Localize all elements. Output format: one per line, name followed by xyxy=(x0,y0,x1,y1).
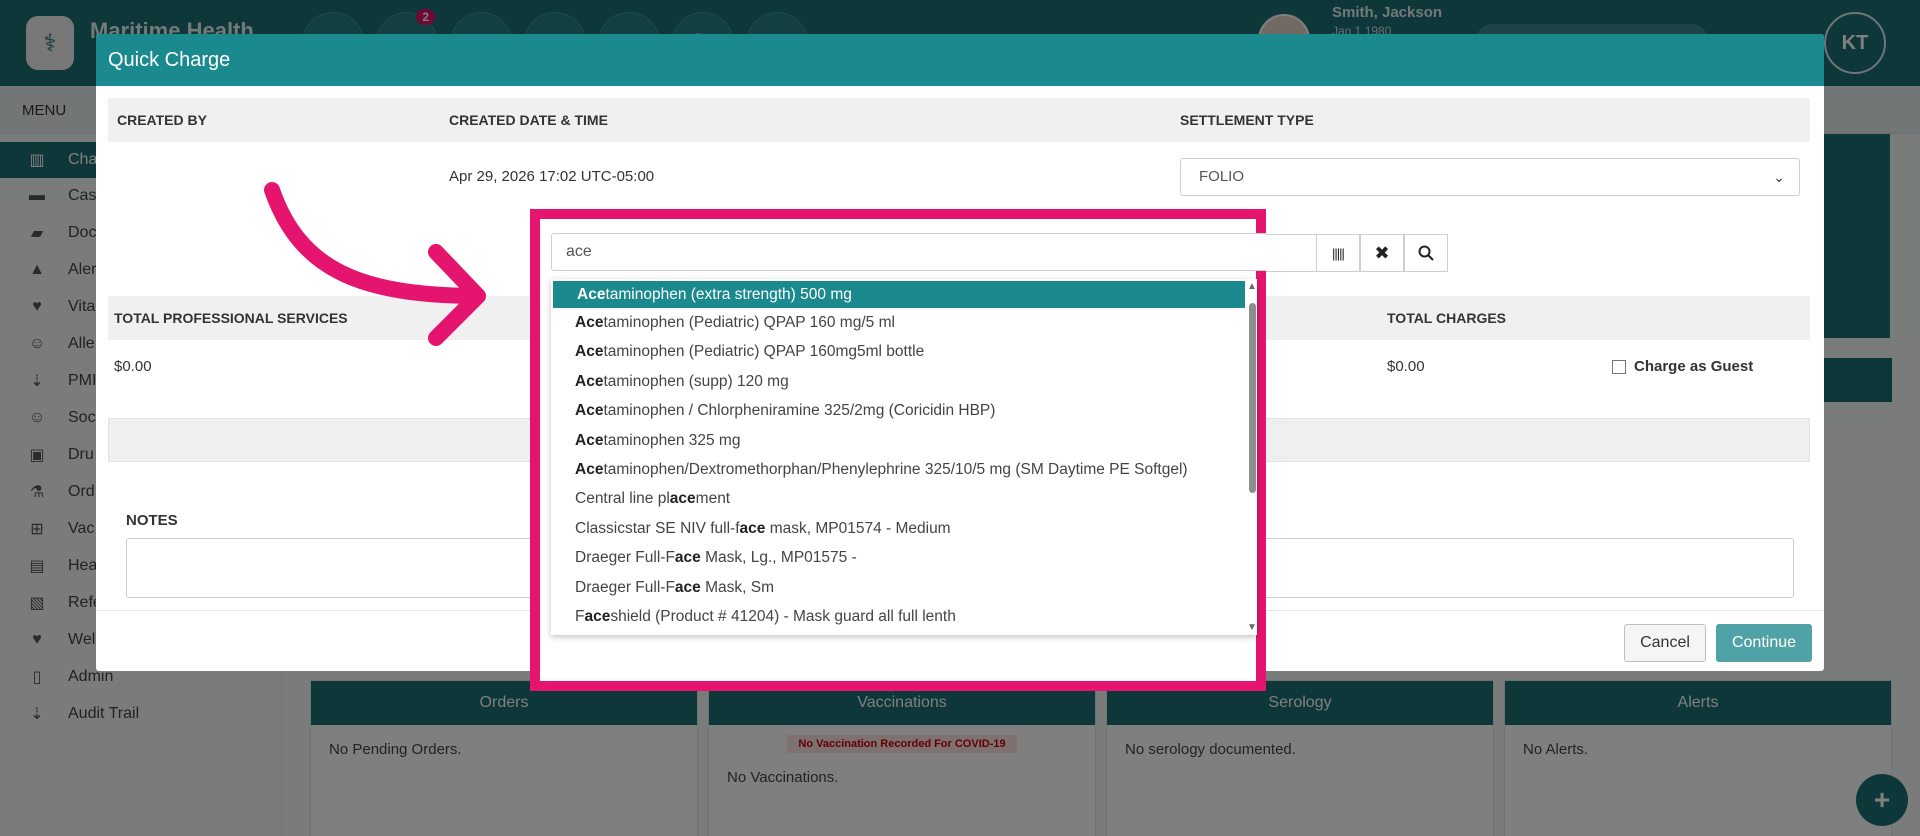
autocomplete-option[interactable]: Acetaminophen / Chlorpheniramine 325/2mg… xyxy=(551,396,1245,425)
pointer-arrow-icon xyxy=(264,182,486,346)
option-text: ment xyxy=(695,490,731,508)
continue-button[interactable]: Continue xyxy=(1716,624,1812,662)
match-text: ace xyxy=(674,578,701,596)
option-text: Mask, Sm xyxy=(700,578,774,596)
option-text: Draeger Full-F xyxy=(575,578,675,596)
cancel-button[interactable]: Cancel xyxy=(1624,624,1706,662)
modal-title: Quick Charge xyxy=(96,34,1824,86)
notes-label: NOTES xyxy=(126,512,178,529)
search-icon xyxy=(1418,245,1434,261)
close-icon: ✖ xyxy=(1374,242,1390,263)
match-text: Ace xyxy=(575,460,604,478)
charge-search-input[interactable]: ace xyxy=(551,233,1266,271)
option-text: Draeger Full-F xyxy=(575,549,675,567)
autocomplete-option[interactable]: Central line placement xyxy=(551,484,1245,513)
settlement-type-value: FOLIO xyxy=(1199,168,1245,185)
option-text: shield (Product # 41204) - Mask guard al… xyxy=(610,607,956,625)
match-text: Ace xyxy=(575,431,604,449)
total-professional-value: $0.00 xyxy=(114,358,152,375)
match-text: Ace xyxy=(577,286,606,303)
autocomplete-option[interactable]: Acetaminophen (extra strength) 500 mg xyxy=(553,281,1245,308)
match-text: Ace xyxy=(575,372,604,390)
autocomplete-option[interactable]: Classicstar SE NIV full-face mask, MP015… xyxy=(551,514,1245,543)
match-text: Ace xyxy=(575,343,604,361)
match-text: ace xyxy=(739,519,766,537)
autocomplete-option[interactable]: Draeger Full-Face Mask, Sm xyxy=(551,573,1245,602)
settlement-type-label: SETTLEMENT TYPE xyxy=(1180,112,1314,128)
option-text: taminophen / Chlorpheniramine 325/2mg (C… xyxy=(603,402,996,420)
autocomplete-option[interactable]: Acetaminophen/Dextromethorphan/Phenyleph… xyxy=(551,455,1245,484)
option-text: Central line pl xyxy=(575,490,670,508)
charge-as-guest[interactable]: Charge as Guest xyxy=(1612,358,1753,375)
scroll-up-icon[interactable]: ▲ xyxy=(1247,281,1257,292)
total-charges-value: $0.00 xyxy=(1387,358,1425,375)
option-text: Mask, Lg., MP01575 - xyxy=(700,549,857,567)
match-text: Ace xyxy=(575,314,604,331)
option-text: mask, MP01574 - Medium xyxy=(765,519,951,537)
search-button[interactable] xyxy=(1404,234,1448,272)
option-text: taminophen (extra strength) 500 mg xyxy=(605,286,852,303)
created-date-label: CREATED DATE & TIME xyxy=(449,112,608,128)
autocomplete-scrollbar[interactable]: ▲ ▼ xyxy=(1247,279,1257,635)
autocomplete-option[interactable]: Acetaminophen (Pediatric) QPAP 160mg5ml … xyxy=(551,337,1245,366)
autocomplete-dropdown: Acetaminophen (extra strength) 500 mg Ac… xyxy=(551,279,1257,635)
info-header-row xyxy=(108,98,1810,142)
option-text: taminophen/Dextromethorphan/Phenylephrin… xyxy=(603,460,1188,478)
created-by-label: CREATED BY xyxy=(117,112,207,128)
total-charges-label: TOTAL CHARGES xyxy=(1387,310,1507,326)
settlement-type-select[interactable]: FOLIO ⌄ xyxy=(1180,158,1800,196)
option-text: taminophen (supp) 120 mg xyxy=(603,372,789,390)
autocomplete-option[interactable]: Faceshield (Product # 41204) - Mask guar… xyxy=(551,602,1245,631)
chevron-down-icon: ⌄ xyxy=(1773,169,1785,185)
charge-as-guest-label: Charge as Guest xyxy=(1634,358,1754,375)
option-text: taminophen (Pediatric) QPAP 160 mg/5 ml xyxy=(603,314,895,331)
autocomplete-option[interactable]: Draeger Full-Face Mask, Lg., MP01575 - xyxy=(551,543,1245,572)
autocomplete-option[interactable]: Acetaminophen 325 mg xyxy=(551,426,1245,455)
scrollbar-thumb[interactable] xyxy=(1249,303,1256,493)
match-text: ace xyxy=(584,607,611,625)
autocomplete-option[interactable]: Acetaminophen (supp) 120 mg xyxy=(551,367,1245,396)
option-text: Classicstar SE NIV full-f xyxy=(575,519,740,537)
option-text: taminophen (Pediatric) QPAP 160mg5ml bot… xyxy=(603,343,925,361)
barcode-button[interactable]: ||||| xyxy=(1316,234,1360,272)
match-text: ace xyxy=(674,549,701,567)
option-text: taminophen 325 mg xyxy=(603,431,741,449)
autocomplete-option[interactable]: Acetaminophen (Pediatric) QPAP 160 mg/5 … xyxy=(551,308,1245,337)
match-text: ace xyxy=(669,490,696,508)
charge-as-guest-checkbox[interactable] xyxy=(1612,359,1626,374)
match-text: Ace xyxy=(575,402,604,420)
clear-search-button[interactable]: ✖ xyxy=(1360,234,1404,272)
scroll-down-icon[interactable]: ▼ xyxy=(1247,622,1257,633)
barcode-icon: ||||| xyxy=(1332,245,1345,261)
